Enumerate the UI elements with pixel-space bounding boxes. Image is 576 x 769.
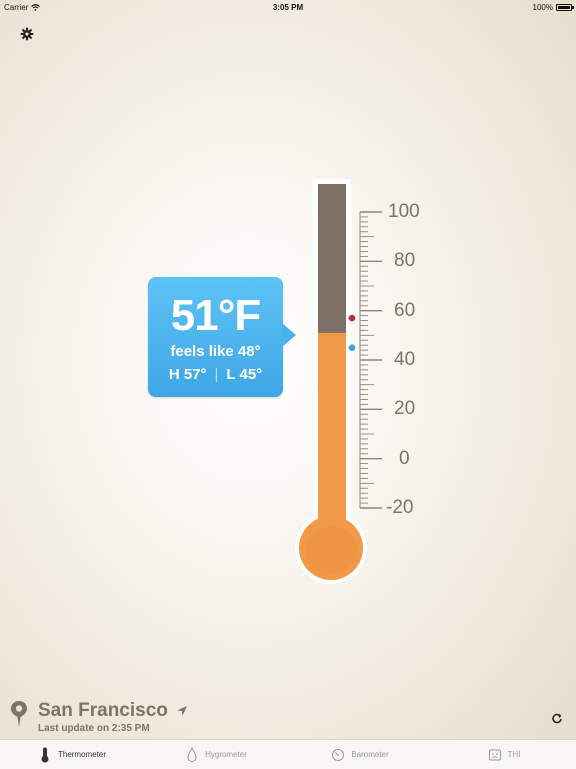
thermometer-icon: [41, 747, 49, 762]
scale-label: 80: [394, 250, 416, 272]
thi-icon: [488, 749, 501, 760]
high-temp-marker: [348, 314, 356, 322]
high-temperature: H 57°: [168, 366, 207, 383]
tab-label: Barometer: [351, 750, 389, 759]
high-low-row: H 57° | L 45°: [148, 366, 283, 383]
tab-thermometer[interactable]: Thermometer: [0, 740, 144, 769]
high-low-separator: |: [214, 366, 219, 383]
status-bar: Carrier 3:05 PM 100%: [0, 0, 576, 14]
tab-label: THI: [507, 750, 521, 759]
tab-thi[interactable]: THI: [432, 740, 576, 769]
temperature-bubble: 51°F feels like 48° H 57° | L 45°: [148, 277, 296, 397]
low-temperature: L 45°: [226, 366, 263, 383]
droplet-icon: [187, 746, 197, 762]
city-name: San Francisco: [38, 700, 168, 721]
thermometer: [295, 179, 382, 584]
location-block[interactable]: San Francisco Last update on 2:35 PM: [10, 700, 188, 734]
tab-bar: Thermometer Hygrometer Barometer THI: [0, 739, 576, 769]
refresh-icon[interactable]: [551, 713, 563, 725]
feels-like-temperature: feels like 48°: [170, 343, 261, 360]
battery-percent: 100%: [532, 2, 553, 12]
scale-label: 60: [394, 299, 416, 321]
tab-barometer[interactable]: Barometer: [288, 740, 432, 769]
battery-icon: [556, 3, 574, 11]
location-arrow-icon: [176, 706, 187, 716]
scale-label: 100: [388, 201, 420, 222]
scale-label: -20: [386, 497, 414, 518]
tab-label: Thermometer: [57, 750, 106, 759]
thermometer-bulb: [299, 516, 363, 580]
current-temperature: 51°F: [170, 291, 261, 340]
thermometer-scale: [359, 211, 382, 509]
tab-hygrometer[interactable]: Hygrometer: [144, 740, 288, 769]
tab-label: Hygrometer: [205, 750, 247, 759]
low-temp-marker: [348, 344, 356, 351]
status-time: 3:05 PM: [272, 2, 304, 12]
thermometer-bulb-outline: [295, 512, 367, 584]
scale-label: 20: [394, 398, 416, 420]
scale-label: 40: [394, 349, 416, 370]
thermometer-empty-column: [318, 184, 346, 524]
gear-icon[interactable]: [20, 27, 34, 41]
gauge-icon: [332, 748, 345, 761]
location-pin-icon: [11, 701, 27, 727]
thermometer-mercury-column: [318, 332, 346, 526]
last-update-label: Last update on 2:35 PM: [38, 723, 150, 734]
status-right: 100%: [532, 2, 574, 12]
thermometer-tube-outline: [313, 179, 351, 529]
scale-label: 0: [399, 447, 410, 469]
